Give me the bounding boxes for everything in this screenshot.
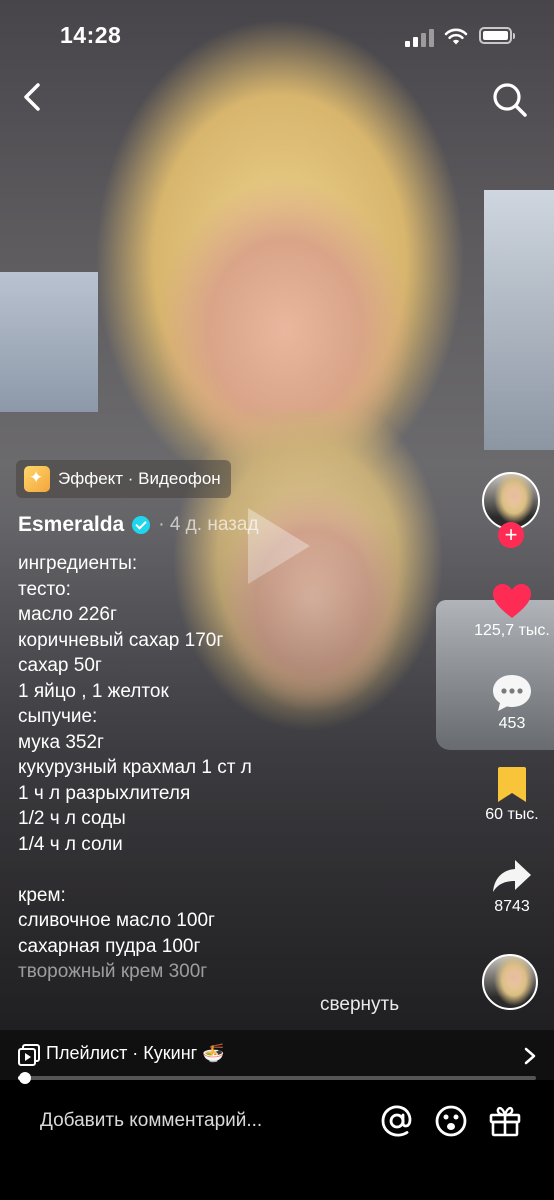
progress-knob[interactable] [19, 1072, 32, 1084]
cellular-signal-icon [405, 29, 435, 47]
caption-line: кукурузный крахмал 1 ст л [18, 757, 252, 778]
car-window-left [0, 272, 98, 412]
caption-line: сахарная пудра 100г [18, 935, 201, 957]
heart-icon [493, 584, 531, 618]
caption-line: крем: [18, 884, 66, 906]
like-count: 125,7 тыс. [474, 622, 550, 639]
search-icon[interactable] [492, 82, 528, 118]
caption-line: масло 226г [18, 604, 117, 625]
playlist-bar[interactable]: Плейлист · Кукинг 🍜 [0, 1030, 554, 1080]
caption-line: сливочное масло 100г [18, 910, 215, 931]
post-date: · 4 д. назад [158, 514, 259, 535]
caption-line: тесто: [18, 578, 71, 600]
wifi-icon [444, 28, 468, 45]
caption-line [18, 857, 348, 883]
caption-faded-line [18, 985, 348, 997]
author-name[interactable]: Esmeralda [18, 513, 124, 537]
save-button[interactable]: 60 тыс. [470, 766, 554, 824]
caption-line: 1 яйцо , 1 желток [18, 680, 169, 702]
sound-disc-avatar[interactable] [482, 954, 538, 1010]
emoji-icon[interactable] [434, 1104, 468, 1138]
caption-line: 1 ч л разрыхлителя [18, 782, 191, 804]
gift-icon[interactable] [488, 1104, 522, 1138]
author-row: Esmeralda · 4 д. назад [18, 513, 259, 537]
comment-bar: Добавить комментарий... [0, 1084, 554, 1200]
follow-plus-icon[interactable]: + [498, 522, 524, 548]
battery-icon [479, 27, 515, 44]
share-count: 8743 [494, 898, 530, 915]
chevron-left-icon[interactable] [18, 82, 48, 112]
video-caption[interactable]: ингредиенты: тесто: масло 226г коричневый с… [18, 551, 348, 997]
caption-line: ингредиенты: [18, 553, 138, 574]
chevron-right-icon [524, 1047, 536, 1065]
bookmark-icon [498, 767, 526, 802]
caption-line: коричневый сахар 170г [18, 629, 224, 651]
playlist-label: Плейлист · Кукинг 🍜 [46, 1043, 225, 1063]
video-progress-bar[interactable] [18, 1072, 536, 1084]
caption-line: мука 352г [18, 731, 104, 753]
caption-line: сыпучие: [18, 706, 98, 727]
save-count: 60 тыс. [485, 806, 539, 823]
caption-line: 1/4 ч л соли [18, 833, 123, 855]
at-icon[interactable] [380, 1104, 414, 1138]
verified-badge-icon [132, 516, 151, 534]
caption-line: творожный крем 300г [18, 961, 208, 982]
comment-button[interactable]: 453 [470, 673, 554, 733]
status-bar: 14:28 [0, 0, 554, 70]
caption-line: 1/2 ч л соды [18, 808, 126, 829]
comment-input[interactable]: Добавить комментарий... [40, 1110, 360, 1140]
speech-bubble-icon [493, 675, 531, 711]
sparkle-icon [24, 466, 50, 492]
effect-label: Эффект · Видеофон [58, 469, 221, 488]
caption-line: сахар 50г [18, 655, 102, 676]
car-window-right [484, 190, 554, 450]
comment-count: 453 [498, 715, 526, 732]
like-button[interactable]: 125,7 тыс. [470, 582, 554, 640]
playlist-icon [18, 1044, 40, 1066]
share-button[interactable]: 8743 [470, 858, 554, 916]
effect-chip[interactable]: Эффект · Видеофон [16, 460, 231, 498]
status-time: 14:28 [60, 22, 122, 48]
collapse-caption-button[interactable]: свернуть [320, 994, 399, 1016]
share-arrow-icon [493, 860, 531, 892]
